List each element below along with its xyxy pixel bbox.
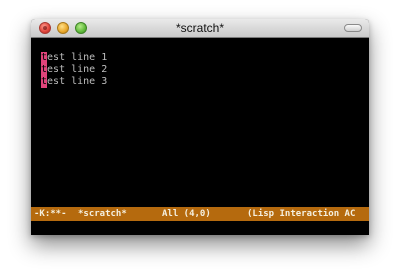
buffer-line[interactable]: test line 2 [41,64,107,76]
modeline-buffer-name[interactable]: *scratch* [78,207,127,221]
buffer-line[interactable]: test line 1 [41,52,107,64]
buffer-line[interactable]: test line 3 [41,76,107,88]
title-bar[interactable]: *scratch* [31,19,369,38]
line-text: est line 1 [47,52,108,63]
modeline-position: All (4,0) [162,209,211,219]
minibuffer[interactable] [31,221,369,235]
toolbar-toggle-button[interactable] [344,24,362,32]
line-text: est line 3 [47,76,108,87]
window-title: *scratch* [175,21,225,35]
modeline-major-mode[interactable]: (Lisp Interaction AC [247,207,355,221]
editor-area[interactable]: test line 1 test line 2 test line 3 [31,38,369,207]
emacs-window: *scratch* test line 1 test line 2 test l… [31,19,369,235]
mode-line[interactable]: -K:**- *scratch* All (4,0) (Lisp Interac… [31,207,369,221]
line-text: est line 2 [47,64,108,75]
modeline-flags: -K:**- [34,209,67,219]
